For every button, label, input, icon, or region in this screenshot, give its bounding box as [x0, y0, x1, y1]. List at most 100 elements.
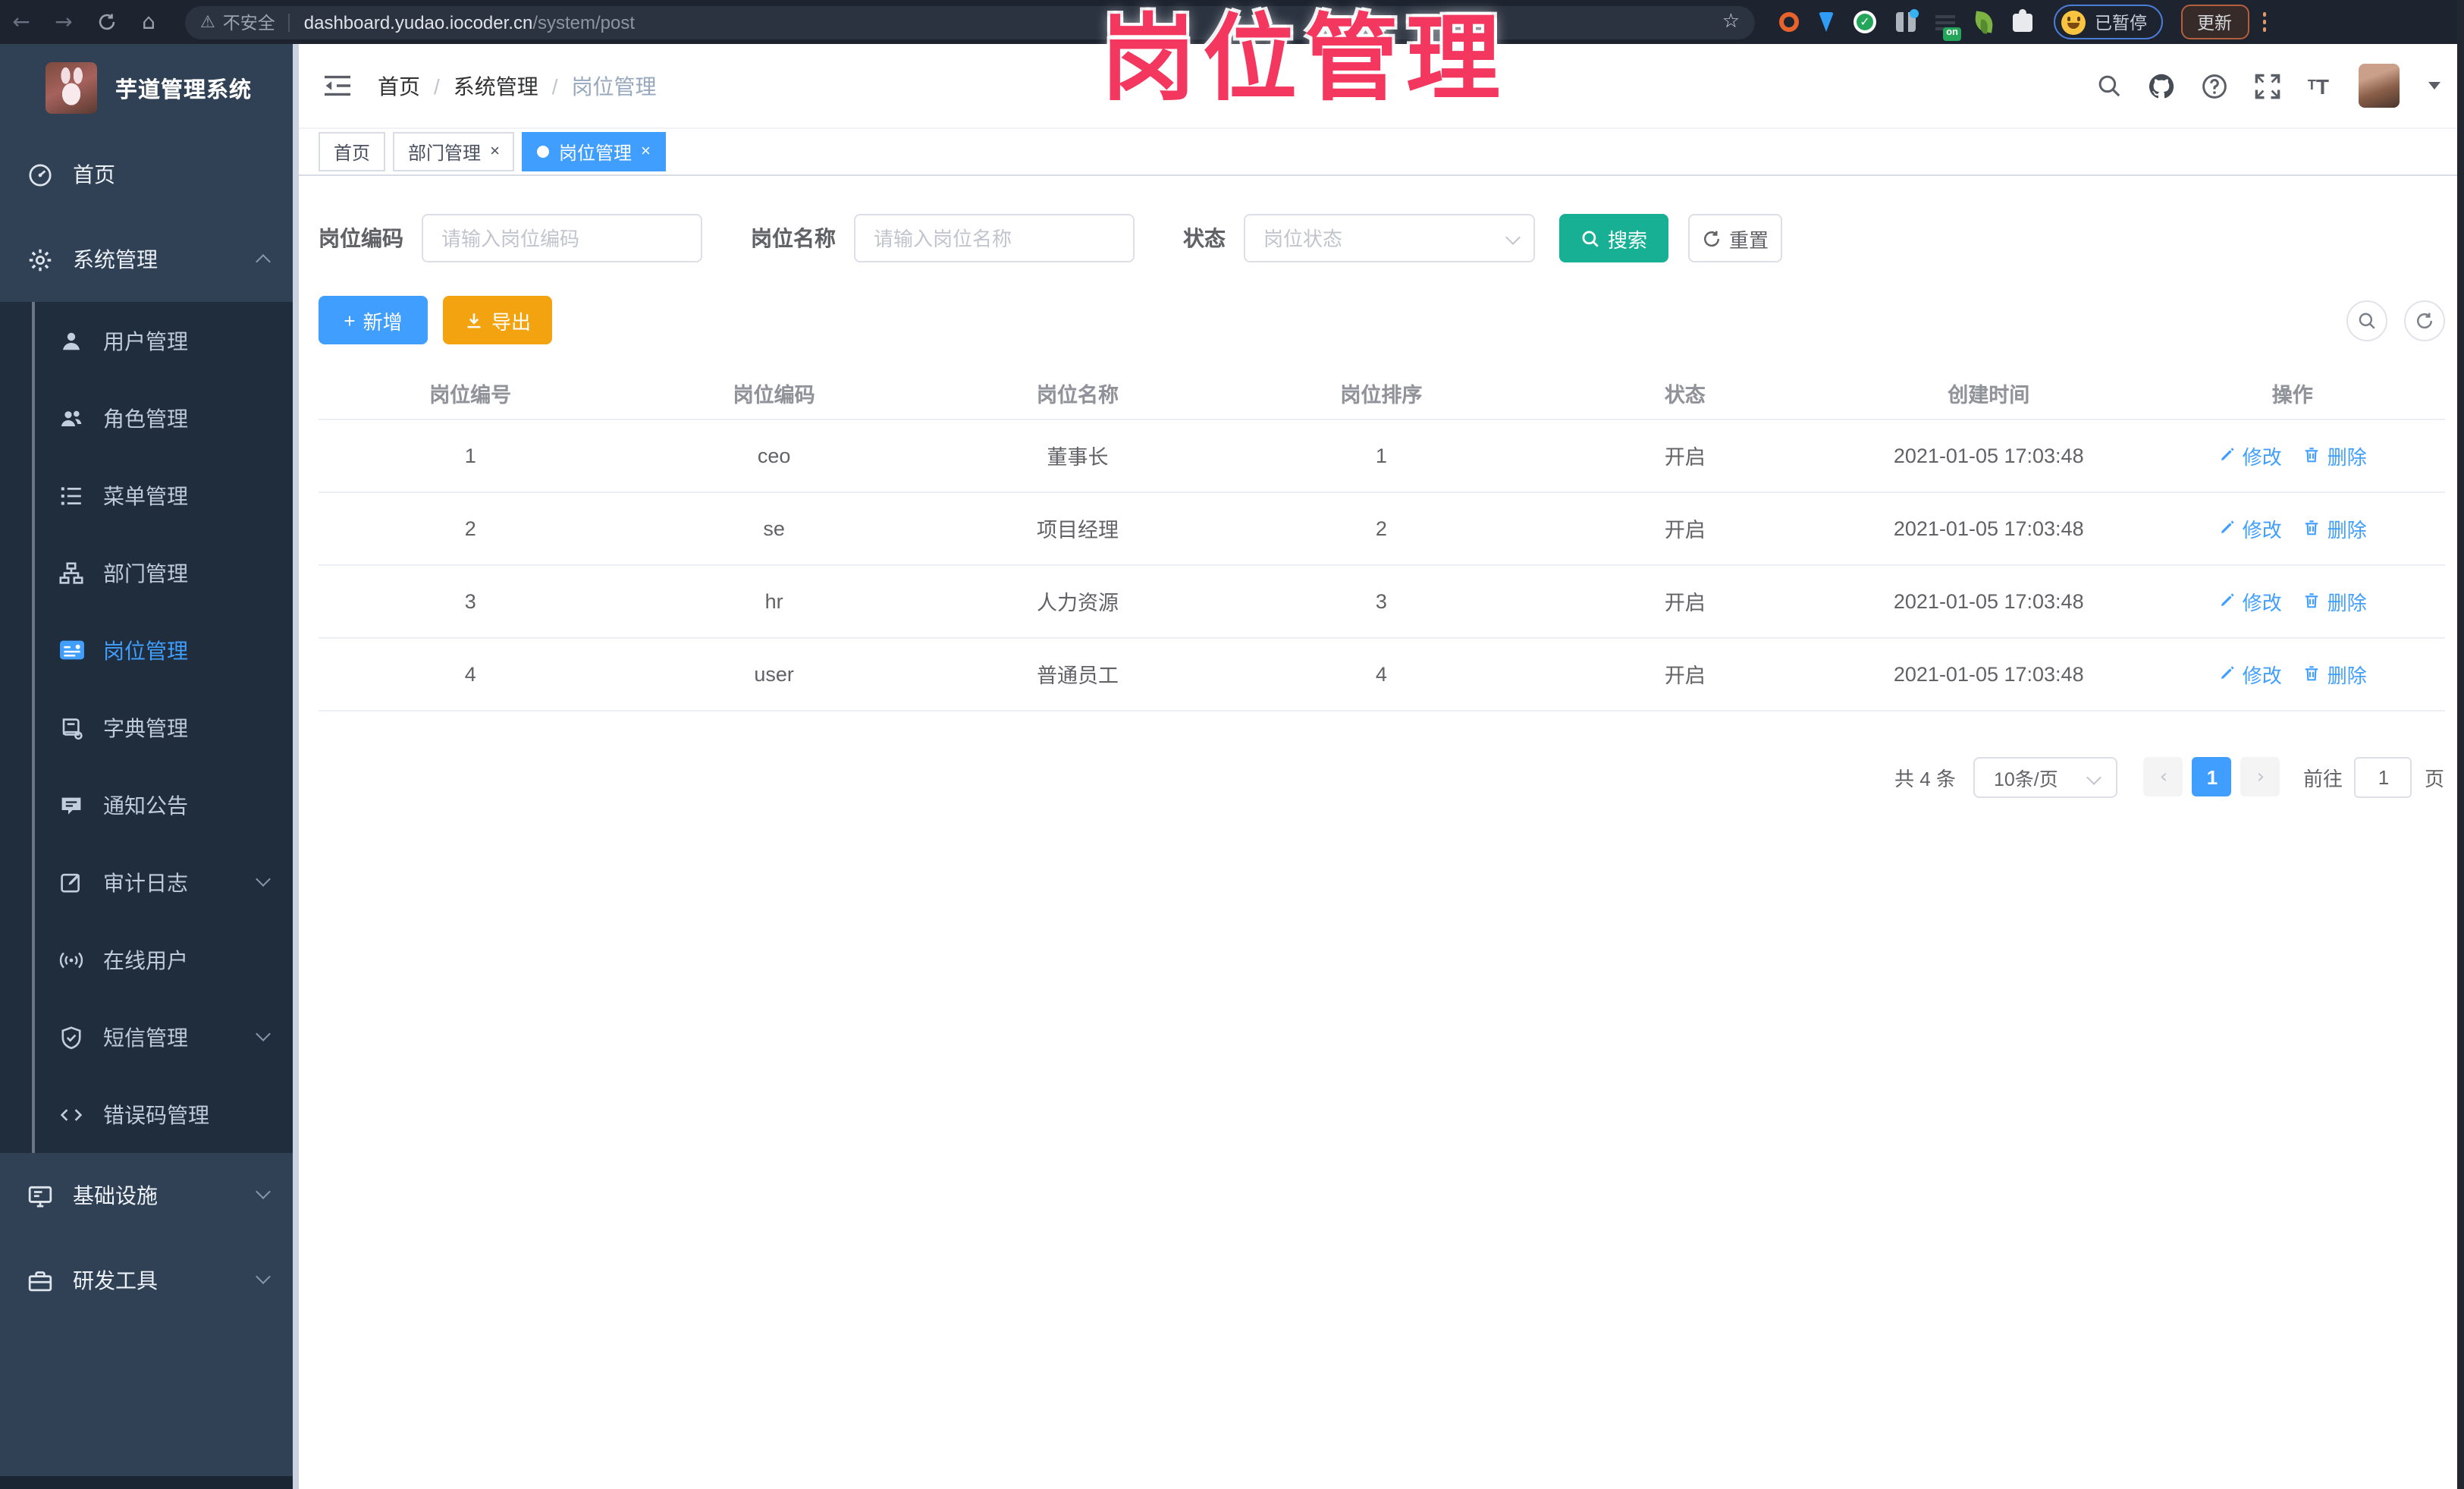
- goto-page-input[interactable]: [2354, 756, 2412, 797]
- extension-check-icon[interactable]: [1853, 11, 1876, 33]
- edit-link[interactable]: 修改: [2218, 659, 2282, 688]
- breadcrumb-separator: /: [434, 74, 440, 98]
- github-icon[interactable]: [2149, 72, 2176, 99]
- sidebar-fold-icon[interactable]: [323, 74, 352, 97]
- sidebar-item-label: 系统管理: [73, 247, 158, 272]
- sidebar-collapse-bar[interactable]: [0, 1475, 292, 1489]
- profile-paused-badge[interactable]: 已暂停: [2054, 5, 2162, 39]
- sidebar-item-label: 基础设施: [73, 1183, 158, 1208]
- app-logo[interactable]: 芋道管理系统: [0, 44, 299, 132]
- fullscreen-icon[interactable]: [2255, 72, 2282, 99]
- toggle-search-icon[interactable]: [2346, 300, 2387, 341]
- window-scrollbar[interactable]: [2457, 0, 2464, 1489]
- sidebar-item-departments[interactable]: 部门管理: [0, 534, 299, 611]
- sidebar-item-error-codes[interactable]: 错误码管理: [0, 1076, 299, 1153]
- sidebar-item-notices[interactable]: 通知公告: [0, 766, 299, 843]
- sidebar-scrollbar[interactable]: [292, 44, 299, 1489]
- status-select[interactable]: [1244, 214, 1535, 262]
- status-label: 状态: [1183, 226, 1226, 250]
- sidebar-item-dev-tools[interactable]: 研发工具: [0, 1238, 299, 1323]
- browser-forward-icon[interactable]: →: [42, 10, 85, 34]
- sidebar-item-online-users[interactable]: 在线用户: [0, 921, 299, 998]
- chevron-down-icon: [256, 872, 271, 887]
- screen: ← → ⌂ ⚠ 不安全 dashboard.yudao.iocoder.cn /…: [0, 0, 2464, 1489]
- menu-list-icon: [58, 482, 85, 509]
- browser-extensions: on: [1779, 8, 2032, 40]
- sidebar-item-infrastructure[interactable]: 基础设施: [0, 1153, 299, 1238]
- user-avatar[interactable]: [2358, 64, 2399, 108]
- browser-address-bar[interactable]: ⚠ 不安全 dashboard.yudao.iocoder.cn /system…: [185, 5, 1755, 39]
- breadcrumb-item-home[interactable]: 首页: [378, 71, 420, 101]
- post-code-input[interactable]: [422, 214, 702, 262]
- sidebar-item-posts[interactable]: 岗位管理: [0, 611, 299, 689]
- prev-page-button[interactable]: ‹: [2143, 757, 2183, 796]
- page-size-select[interactable]: 10条/页: [1973, 756, 2118, 797]
- bookmark-star-icon[interactable]: ☆: [1722, 11, 1740, 33]
- font-size-icon[interactable]: TT: [2308, 75, 2329, 96]
- search-icon[interactable]: [2097, 73, 2123, 99]
- column-header: 操作: [2140, 369, 2444, 419]
- delete-link[interactable]: 删除: [2303, 514, 2367, 542]
- audit-log-icon: [58, 869, 85, 896]
- add-button[interactable]: + 新增: [319, 296, 428, 344]
- edit-link[interactable]: 修改: [2218, 441, 2282, 470]
- extension-plant-icon[interactable]: [1973, 11, 1995, 33]
- close-icon[interactable]: ×: [490, 143, 500, 160]
- breadcrumb-item-system[interactable]: 系统管理: [454, 71, 538, 101]
- tab-departments[interactable]: 部门管理 ×: [393, 132, 515, 171]
- edit-link[interactable]: 修改: [2218, 514, 2282, 542]
- export-button[interactable]: 导出: [443, 296, 552, 344]
- cell-actions: 修改 删除: [2140, 564, 2444, 638]
- avatar-caret-icon[interactable]: [2428, 82, 2440, 90]
- reset-button[interactable]: 重置: [1688, 214, 1782, 262]
- edit-link[interactable]: 修改: [2218, 586, 2282, 615]
- cell-post-id: 2: [319, 492, 623, 565]
- browser-menu-icon[interactable]: [2262, 12, 2266, 32]
- sidebar-item-label: 岗位管理: [103, 638, 188, 662]
- sidebar-item-home[interactable]: 首页: [0, 132, 299, 217]
- column-header: 状态: [1533, 369, 1838, 419]
- delete-link[interactable]: 删除: [2303, 659, 2367, 688]
- extension-on-badge-icon[interactable]: on: [1935, 14, 1961, 40]
- delete-link[interactable]: 删除: [2303, 586, 2367, 615]
- sidebar-item-roles[interactable]: 角色管理: [0, 379, 299, 457]
- help-question-icon[interactable]: [2202, 72, 2229, 99]
- sidebar-item-label: 菜单管理: [103, 483, 188, 507]
- browser-update-button[interactable]: 更新: [2180, 5, 2249, 39]
- column-header: 岗位编码: [622, 369, 926, 419]
- page-number-button[interactable]: 1: [2192, 757, 2232, 796]
- delete-link[interactable]: 删除: [2303, 441, 2367, 470]
- sidebar-item-system[interactable]: 系统管理: [0, 217, 299, 302]
- cell-actions: 修改 删除: [2140, 637, 2444, 711]
- pagination: 共 4 条 10条/页 ‹ 1 › 前往 页: [319, 756, 2444, 797]
- sidebar-item-label: 错误码管理: [103, 1102, 209, 1126]
- tab-home[interactable]: 首页: [319, 132, 386, 171]
- cell-created: 2021-01-05 17:03:48: [1837, 419, 2141, 492]
- paused-label: 已暂停: [2095, 14, 2147, 33]
- browser-back-icon[interactable]: ←: [0, 10, 42, 34]
- close-icon[interactable]: ×: [641, 143, 651, 160]
- column-header: 创建时间: [1837, 369, 2141, 419]
- tab-posts[interactable]: 岗位管理 ×: [522, 132, 666, 171]
- extension-ring-icon[interactable]: [1779, 12, 1799, 32]
- sidebar-item-menus[interactable]: 菜单管理: [0, 457, 299, 534]
- browser-home-icon[interactable]: ⌂: [127, 10, 170, 34]
- post-name-input[interactable]: [854, 214, 1135, 262]
- extension-grid-icon[interactable]: [1896, 9, 1919, 32]
- logo-image: [46, 62, 97, 114]
- tab-label: 首页: [334, 142, 371, 163]
- browser-reload-icon[interactable]: [85, 10, 127, 34]
- url-path: /system/post: [532, 11, 636, 33]
- extension-pin-icon[interactable]: [1819, 12, 1834, 32]
- tags-view-bar: 首页 部门管理 × 岗位管理 ×: [299, 129, 2464, 176]
- search-button[interactable]: 搜索: [1559, 214, 1668, 262]
- sidebar-item-audit-logs[interactable]: 审计日志: [0, 843, 299, 921]
- post-card-icon: [58, 636, 85, 664]
- sidebar-item-dict[interactable]: 字典管理: [0, 689, 299, 766]
- sidebar-item-users[interactable]: 用户管理: [0, 302, 299, 379]
- org-tree-icon: [58, 559, 85, 586]
- extension-puzzle-icon[interactable]: [2013, 8, 2032, 31]
- sidebar-item-sms[interactable]: 短信管理: [0, 998, 299, 1076]
- refresh-icon[interactable]: [2403, 300, 2444, 341]
- next-page-button[interactable]: ›: [2240, 757, 2280, 796]
